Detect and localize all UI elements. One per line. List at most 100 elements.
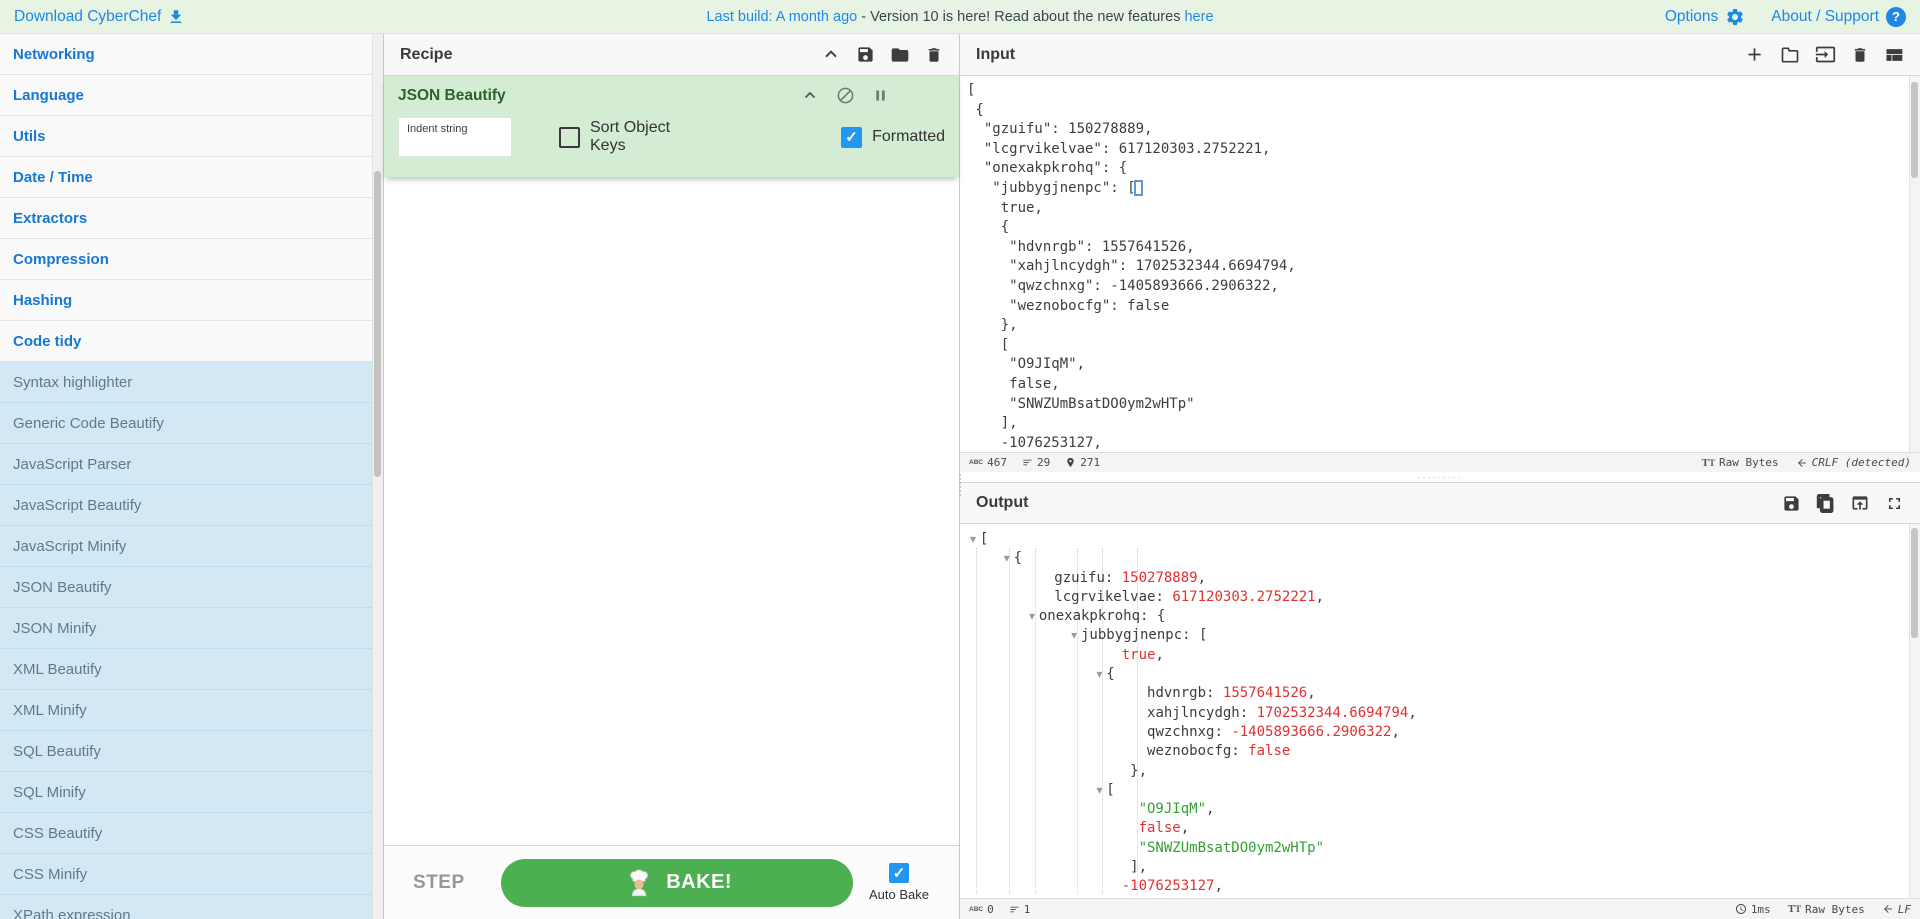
char-count-icon: ABC [969,905,984,913]
clear-io-icon[interactable] [1851,46,1869,64]
checkbox-unchecked-icon [559,126,580,148]
input-header: Input [960,34,1920,76]
output-line: weznobocfg: false [1147,743,1291,760]
build-notice-text: - Version 10 is here! Read about the new… [857,8,1185,25]
sidebar-category[interactable]: Language [0,75,383,116]
open-folder-input-icon[interactable] [1815,44,1836,65]
input-scrollbar[interactable] [1909,76,1920,452]
cursor-position: 271 [1065,456,1100,469]
sidebar-category[interactable]: Extractors [0,198,383,239]
main-area: Networking Language Utils Date / Time Ex… [0,34,1920,919]
sidebar-operation[interactable]: CSS Minify [0,854,383,895]
input-code[interactable]: [ { "gzuifu": 150278889, "lcgrvikelvae":… [960,76,1920,452]
sidebar-category[interactable]: Code tidy [0,321,383,362]
breakpoint-icon[interactable] [872,87,889,104]
here-link[interactable]: here [1184,9,1213,25]
output-line: ▾ onexakpkrohq: { [1029,608,1166,625]
hide-args-icon[interactable] [801,87,819,105]
sidebar-operation[interactable]: Generic Code Beautify [0,403,383,444]
recipe-panel: Recipe JSON Beautify Indent string Sort … [384,34,960,919]
cursor-bracket-highlight [1134,180,1143,196]
sidebar-operation[interactable]: Syntax highlighter [0,362,383,403]
sidebar-category[interactable]: Compression [0,239,383,280]
lines-icon [1023,459,1032,466]
add-input-tab-icon[interactable] [1744,44,1765,65]
sidebar-operation[interactable]: CSS Beautify [0,813,383,854]
clock-icon [1735,904,1746,914]
output-line: ▾ [ [970,531,989,547]
reset-layout-icon[interactable] [1884,45,1904,65]
about-label: About / Support [1771,7,1879,25]
download-cyberchef-link[interactable]: Download CyberChef [14,8,185,26]
step-button[interactable]: STEP [413,872,465,894]
load-recipe-icon[interactable] [890,45,910,65]
output-header-icons [1782,493,1904,513]
recipe-title: Recipe [400,45,453,63]
sidebar-scrollbar[interactable] [372,34,383,919]
input-status-right: TT Raw Bytes CRLF (detected) [1702,456,1911,469]
auto-bake-checkbox-icon: ✓ [889,863,909,883]
sidebar-operation[interactable]: JavaScript Parser [0,444,383,485]
replace-input-icon[interactable] [1850,493,1870,513]
output-encoding-toggle[interactable]: TT Raw Bytes [1788,903,1865,916]
sidebar-category[interactable]: Date / Time [0,157,383,198]
input-header-icons [1744,44,1904,65]
recipe-empty-area[interactable] [384,177,959,845]
input-status-left: ABC 467 29 271 [969,456,1100,469]
sidebar-operation[interactable]: XPath expression [0,895,383,919]
input-eol-toggle[interactable]: CRLF (detected) [1796,456,1911,469]
options-button[interactable]: Options [1665,7,1745,27]
output-area[interactable]: ▾ [ ▾ { gzuifu: 150278889, lcgrvikelvae:… [960,524,1920,898]
lines-icon [1010,906,1019,912]
output-line: lcgrvikelvae: 617120303.2752221, [1054,588,1325,605]
recipe-operation-json-beautify[interactable]: JSON Beautify Indent string Sort Object … [384,76,959,177]
bake-button[interactable]: BAKE! [500,858,853,907]
column-splitter-grip[interactable] [957,474,963,496]
character-encoding-icon: TT [1787,903,1802,915]
sidebar-operation[interactable]: SQL Minify [0,772,383,813]
output-line: ▾ [ [1096,781,1115,798]
bake-button-label: BAKE! [666,871,733,893]
output-line: xahjlncydgh: 1702532344.6694794, [1147,704,1417,721]
sidebar-category[interactable]: Utils [0,116,383,157]
eol-arrow-icon [1797,458,1806,467]
sidebar-operation[interactable]: XML Minify [0,690,383,731]
sidebar-operation[interactable]: SQL Beautify [0,731,383,772]
last-build-link[interactable]: Last build: A month ago [706,9,857,25]
io-splitter[interactable]: ········· [960,472,1920,482]
input-area[interactable]: [ { "gzuifu": 150278889, "lcgrvikelvae":… [960,76,1920,452]
save-output-icon[interactable] [1782,494,1801,513]
open-file-icon[interactable] [1780,45,1800,65]
formatted-label: Formatted [872,128,945,145]
output-status-right: 1ms TT Raw Bytes LF [1735,903,1911,916]
sort-object-keys-checkbox[interactable]: Sort Object Keys [559,119,685,155]
auto-bake-toggle[interactable]: ✓ Auto Bake [869,863,929,902]
collapse-recipe-icon[interactable] [821,45,841,65]
sidebar-operation[interactable]: XML Beautify [0,649,383,690]
output-line: hdvnrgb: 1557641526, [1147,685,1316,702]
input-scrollbar-thumb[interactable] [1911,82,1918,178]
maximize-output-icon[interactable] [1885,494,1904,513]
sidebar-operation[interactable]: JSON Minify [0,608,383,649]
clear-recipe-icon[interactable] [925,46,943,64]
download-link-label: Download CyberChef [14,7,162,25]
disable-operation-icon[interactable] [836,86,855,105]
indent-string-input[interactable]: Indent string [398,117,512,157]
about-support-button[interactable]: About / Support ? [1771,6,1906,27]
copy-output-icon[interactable] [1816,493,1835,513]
sidebar-scrollbar-thumb[interactable] [374,171,381,477]
sidebar-operation[interactable]: JavaScript Beautify [0,485,383,526]
sidebar-operation[interactable]: JavaScript Minify [0,526,383,567]
output-eol-toggle[interactable]: LF [1882,903,1911,916]
formatted-checkbox[interactable]: ✓ Formatted [841,126,945,148]
operations-sidebar: Networking Language Utils Date / Time Ex… [0,34,384,919]
input-encoding-toggle[interactable]: TT Raw Bytes [1702,456,1779,469]
cyberchef-app: Download CyberChef Last build: A month a… [0,0,1920,919]
sidebar-category[interactable]: Hashing [0,280,383,321]
sidebar-operation[interactable]: JSON Beautify [0,567,383,608]
output-line: ], [1130,859,1148,876]
sidebar-category[interactable]: Networking [0,34,383,75]
download-icon [171,9,182,23]
save-recipe-icon[interactable] [856,45,875,64]
options-label: Options [1664,7,1719,25]
